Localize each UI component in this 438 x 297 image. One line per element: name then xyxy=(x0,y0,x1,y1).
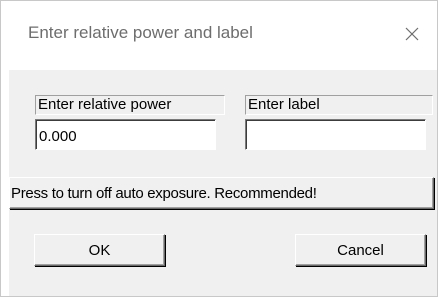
cancel-button[interactable]: Cancel xyxy=(295,234,426,266)
close-button[interactable] xyxy=(395,19,429,49)
dialog-body: Enter relative power Enter label Press t… xyxy=(9,70,437,296)
window-title: Enter relative power and label xyxy=(28,23,253,42)
ok-button[interactable]: OK xyxy=(34,234,165,266)
relative-power-input[interactable] xyxy=(35,119,216,150)
dialog-window: Enter relative power and label Enter rel… xyxy=(0,0,438,297)
close-icon xyxy=(405,27,419,41)
title-bar: Enter relative power and label xyxy=(1,1,437,70)
label-input[interactable] xyxy=(245,119,426,150)
auto-exposure-button[interactable]: Press to turn off auto exposure. Recomme… xyxy=(9,177,434,209)
label-field-label: Enter label xyxy=(245,95,433,115)
relative-power-label: Enter relative power xyxy=(35,95,225,115)
